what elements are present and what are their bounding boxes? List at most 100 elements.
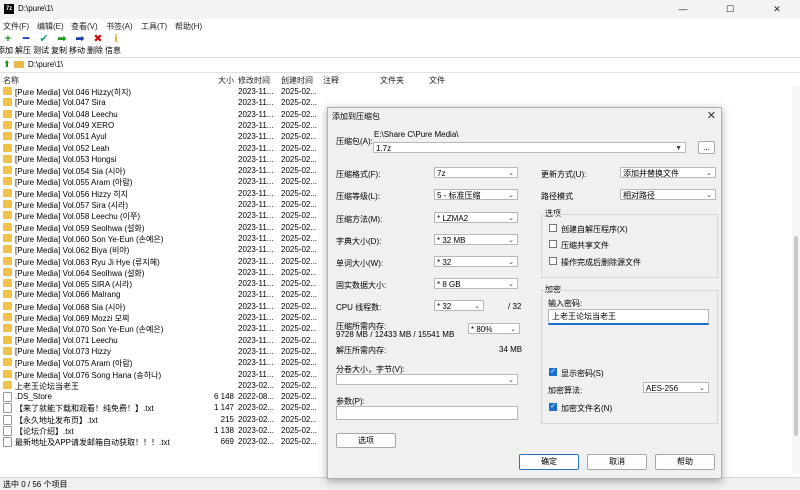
mem-percent-value: * 80%	[471, 325, 493, 334]
col-size[interactable]: 大小	[218, 75, 234, 86]
folder-icon	[3, 200, 12, 208]
list-item[interactable]: [Pure Media] Vol.059 Seolhwa (설화) 2023-11…	[0, 222, 330, 233]
delete-label: 删除	[87, 46, 103, 55]
move-label: 移动	[69, 46, 85, 55]
list-item[interactable]: [Pure Media] Vol.064 Seolhwa (설화) 2023-11…	[0, 267, 330, 278]
address-bar[interactable]: ⬆ D:\pure\1\	[0, 57, 800, 73]
file-icon	[3, 403, 12, 414]
list-item[interactable]: [Pure Media] Vol.047 Sira 2023-11... 2025-…	[0, 97, 330, 108]
list-item[interactable]: [Pure Media] Vol.048 Leechu 2023-11... 202…	[0, 109, 330, 120]
solid-select[interactable]: * 8 GB ⌄	[434, 278, 518, 289]
mem-percent-select[interactable]: * 80% ⌄	[468, 323, 520, 334]
up-folder-icon[interactable]: ⬆	[3, 59, 11, 70]
cell-modified: 2023-11...	[238, 346, 274, 356]
list-item[interactable]: [Pure Media] Vol.065 SIRA (시라) 2023-11...…	[0, 278, 330, 289]
dict-select[interactable]: * 32 MB ⌄	[434, 234, 518, 245]
password-input[interactable]: 上老王论坛当老王	[548, 309, 709, 325]
list-item[interactable]: .DS_Store 6 148 2022-08... 2025-02...	[0, 391, 330, 403]
folder-icon	[3, 233, 12, 242]
encrypt-names-checkbox[interactable]: ✓	[549, 403, 557, 411]
cell-created: 2025-02...	[281, 414, 318, 424]
cell-created: 2025-02...	[281, 233, 318, 243]
menu-tools[interactable]: 工具(T)	[141, 21, 167, 32]
scrollbar[interactable]	[792, 86, 800, 474]
options-button[interactable]: 选项	[336, 433, 396, 448]
cell-modified: 2023-11...	[238, 324, 274, 334]
dialog-close-icon[interactable]: ✕	[707, 109, 716, 122]
sfx-checkbox[interactable]	[549, 224, 557, 232]
list-item[interactable]: [Pure Media] Vol.052 Leah 2023-11... 2025-…	[0, 143, 330, 154]
menu-file[interactable]: 文件(F)	[3, 21, 29, 32]
format-select[interactable]: 7z ⌄	[434, 167, 518, 178]
cancel-button[interactable]: 取消	[587, 454, 647, 470]
list-item[interactable]: [Pure Media] Vol.054 Sia (시아) 2023-11... 2…	[0, 165, 330, 176]
threads-select[interactable]: * 32 ⌄	[434, 300, 484, 311]
list-item[interactable]: 最新地址及APP请发邮箱自动获取！！！.txt 669 2023-02... 2025…	[0, 436, 330, 448]
list-item[interactable]: [Pure Media] Vol.058 Leechu (이쭈) 2023-11.…	[0, 210, 330, 221]
show-password-checkbox[interactable]: ✓	[549, 368, 557, 376]
list-item[interactable]: 【来了就能下载和观看！纯免费！】.txt 1 147 2023-02... 2025-…	[0, 402, 330, 414]
list-item[interactable]: 【论坛介绍】.txt 1 138 2023-02... 2025-02...	[0, 425, 330, 436]
close-button[interactable]: ✕	[754, 0, 800, 19]
list-item[interactable]: [Pure Media] Vol.068 Sia (시아) 2023-11... 2…	[0, 301, 330, 312]
shared-checkbox[interactable]	[549, 240, 557, 248]
list-item[interactable]: [Pure Media] Vol.070 Son Ye-Eun (손예은) 202…	[0, 323, 330, 334]
cell-name: [Pure Media] Vol.052 Leah	[15, 143, 110, 153]
menu-view[interactable]: 查看(V)	[71, 21, 98, 32]
list-item[interactable]: [Pure Media] Vol.046 Hizzy(히지) 2023-11...…	[0, 86, 330, 97]
list-item[interactable]: [Pure Media] Vol.062 Biya (비야) 2023-11...…	[0, 244, 330, 255]
cell-modified: 2023-11...	[238, 211, 274, 221]
ok-button[interactable]: 确定	[519, 454, 579, 470]
browse-button[interactable]: ...	[698, 141, 715, 154]
list-item[interactable]: [Pure Media] Vol.075 Aram (아람) 2023-11...…	[0, 357, 330, 368]
list-item[interactable]: [Pure Media] Vol.055 Aram (아람) 2023-11...…	[0, 176, 330, 187]
col-folders[interactable]: 文件夹	[380, 75, 404, 86]
col-created[interactable]: 创建时间	[281, 75, 313, 86]
menu-help[interactable]: 帮助(H)	[175, 21, 202, 32]
folder-icon	[3, 143, 12, 152]
list-item[interactable]: [Pure Media] Vol.069 Mozzi 모찌 2023-11... 2…	[0, 312, 330, 323]
delete-after-checkbox[interactable]	[549, 257, 557, 265]
col-modified[interactable]: 修改时间	[238, 75, 270, 86]
cell-modified: 2023-11...	[238, 369, 274, 379]
list-item[interactable]: [Pure Media] Vol.076 Song Hana (송하나) 2023…	[0, 369, 330, 380]
col-files[interactable]: 文件	[429, 75, 445, 86]
minimize-button[interactable]: —	[660, 0, 706, 19]
method-select[interactable]: * LZMA2 ⌄	[434, 212, 518, 223]
list-item[interactable]: [Pure Media] Vol.073 Hizzy 2023-11... 2025…	[0, 346, 330, 357]
folder-icon	[3, 211, 12, 220]
maximize-button[interactable]: ☐	[707, 0, 753, 19]
params-input[interactable]	[336, 406, 518, 420]
menu-edit[interactable]: 编辑(E)	[37, 21, 64, 32]
update-select[interactable]: 添加并替换文件 ⌄	[620, 167, 716, 178]
list-item[interactable]: [Pure Media] Vol.057 Sira (시라) 2023-11...…	[0, 199, 330, 210]
enc-method-select[interactable]: AES-256 ⌄	[643, 382, 709, 393]
split-select[interactable]: ⌄	[336, 374, 518, 385]
list-item[interactable]: [Pure Media] Vol.060 Son Ye-Eun (손예은) 202…	[0, 233, 330, 244]
level-select[interactable]: 5 - 标准压缩 ⌄	[434, 189, 518, 200]
col-comment[interactable]: 注释	[323, 75, 339, 86]
help-button[interactable]: 帮助	[655, 454, 715, 470]
file-icon	[3, 414, 12, 425]
col-name[interactable]: 名称	[3, 75, 19, 86]
archive-name-combo[interactable]: 1.7z ▼	[373, 142, 686, 153]
list-item[interactable]: [Pure Media] Vol.063 Ryu Ji Hye (류지혜) 202…	[0, 256, 330, 267]
list-item[interactable]: 【永久地址发布页】.txt 215 2023-02... 2025-02...	[0, 414, 330, 425]
list-item[interactable]: 上老王论坛当老王 2023-02... 2025-02...	[0, 380, 330, 391]
file-icon	[3, 426, 12, 436]
list-item[interactable]: [Pure Media] Vol.056 Hizzy 히지 2023-11... 2…	[0, 188, 330, 199]
folder-icon	[3, 358, 12, 367]
list-item[interactable]: [Pure Media] Vol.066 Malrang 2023-11... 20…	[0, 289, 330, 300]
list-item[interactable]: [Pure Media] Vol.049 XERO 2023-11... 2025-…	[0, 120, 330, 131]
list-item[interactable]: [Pure Media] Vol.071 Leechu 2023-11... 202…	[0, 335, 330, 346]
info-button[interactable]: i 信息	[105, 33, 127, 55]
word-select[interactable]: * 32 ⌄	[434, 256, 518, 267]
scrollbar-thumb[interactable]	[794, 236, 798, 436]
list-item[interactable]: [Pure Media] Vol.053 Hongsi 2023-11... 202…	[0, 154, 330, 165]
folder-icon	[3, 87, 12, 95]
pathmode-select[interactable]: 相对路径 ⌄	[620, 189, 716, 200]
cell-modified: 2023-11...	[238, 358, 274, 368]
cell-size: 6 148	[213, 392, 234, 402]
menu-bookmarks[interactable]: 书签(A)	[106, 21, 133, 32]
list-item[interactable]: [Pure Media] Vol.051 Ayul 2023-11... 2025-…	[0, 131, 330, 142]
